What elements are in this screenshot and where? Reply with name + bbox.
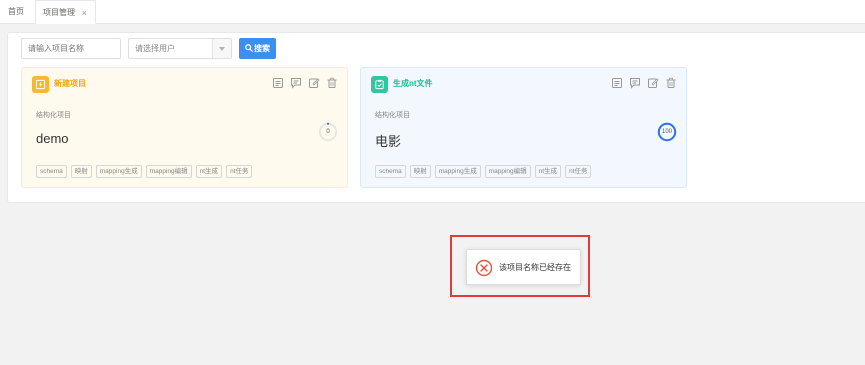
tab-project-management-label: 项目管理 bbox=[43, 8, 75, 17]
close-icon[interactable]: × bbox=[82, 1, 87, 25]
tag-mapping-generate[interactable]: mapping生成 bbox=[95, 165, 142, 178]
toast-message: 该项目名称已经存在 bbox=[499, 263, 571, 272]
edit-icon[interactable] bbox=[308, 77, 320, 89]
tab-bar: 首页 项目管理 × bbox=[0, 0, 865, 24]
tab-home[interactable]: 首页 bbox=[8, 0, 24, 24]
chevron-down-icon[interactable] bbox=[212, 39, 231, 58]
delete-icon[interactable] bbox=[326, 77, 338, 89]
card-actions bbox=[272, 77, 338, 89]
search-button[interactable]: 搜索 bbox=[239, 38, 276, 59]
tag-nt-task[interactable]: nt任务 bbox=[226, 165, 253, 178]
tag-nt-generate[interactable]: nt生成 bbox=[534, 165, 562, 178]
tab-project-management[interactable]: 项目管理 × bbox=[35, 0, 96, 24]
card-project-name: demo bbox=[36, 131, 69, 146]
tag-nt-generate[interactable]: nt生成 bbox=[195, 165, 223, 178]
progress-value: 100 bbox=[661, 129, 672, 135]
tag-mapping[interactable]: 映射 bbox=[70, 165, 92, 178]
card-actions bbox=[611, 77, 677, 89]
project-name-input[interactable] bbox=[21, 38, 121, 59]
error-toast: 该项目名称已经存在 bbox=[466, 249, 581, 285]
card-title[interactable]: 生成nt文件 bbox=[393, 78, 433, 90]
user-select-placeholder: 请选择用户 bbox=[135, 44, 175, 53]
tag-nt-task[interactable]: nt任务 bbox=[565, 165, 592, 178]
clipboard-check-icon bbox=[371, 76, 388, 93]
delete-icon[interactable] bbox=[665, 77, 677, 89]
document-icon[interactable] bbox=[611, 77, 623, 89]
tag-mapping-generate[interactable]: mapping生成 bbox=[434, 165, 481, 178]
document-icon[interactable] bbox=[272, 77, 284, 89]
project-card-movie[interactable]: 生成nt文件 结构化项目 电影 100 schema 映射 mapping生成 … bbox=[360, 67, 687, 188]
tag-mapping-edit[interactable]: mapping编辑 bbox=[145, 165, 192, 178]
lightning-icon bbox=[32, 76, 49, 93]
progress-ring: 100 bbox=[657, 122, 677, 142]
comment-icon[interactable] bbox=[290, 77, 302, 89]
card-project-name: 电影 bbox=[375, 134, 402, 149]
user-select[interactable]: 请选择用户 bbox=[128, 38, 232, 59]
card-tags: schema 映射 mapping生成 mapping编辑 nt生成 nt任务 bbox=[36, 165, 253, 178]
card-subtitle: 结构化项目 bbox=[36, 112, 71, 119]
error-circle-icon bbox=[475, 259, 493, 277]
tag-mapping[interactable]: 映射 bbox=[409, 165, 431, 178]
tag-mapping-edit[interactable]: mapping编辑 bbox=[484, 165, 531, 178]
card-tags: schema 映射 mapping生成 mapping编辑 nt生成 nt任务 bbox=[375, 165, 592, 178]
search-icon bbox=[245, 44, 253, 52]
tag-schema[interactable]: schema bbox=[375, 165, 406, 178]
card-title[interactable]: 新建项目 bbox=[54, 78, 86, 90]
search-button-label: 搜索 bbox=[254, 44, 270, 53]
comment-icon[interactable] bbox=[629, 77, 641, 89]
project-card-demo[interactable]: 新建项目 结构化项目 demo 0 schema 映射 mapping生成 ma… bbox=[21, 67, 348, 188]
tag-schema[interactable]: schema bbox=[36, 165, 67, 178]
card-subtitle: 结构化项目 bbox=[375, 112, 410, 119]
progress-ring: 0 bbox=[318, 122, 338, 142]
edit-icon[interactable] bbox=[647, 77, 659, 89]
progress-value: 0 bbox=[326, 129, 330, 135]
